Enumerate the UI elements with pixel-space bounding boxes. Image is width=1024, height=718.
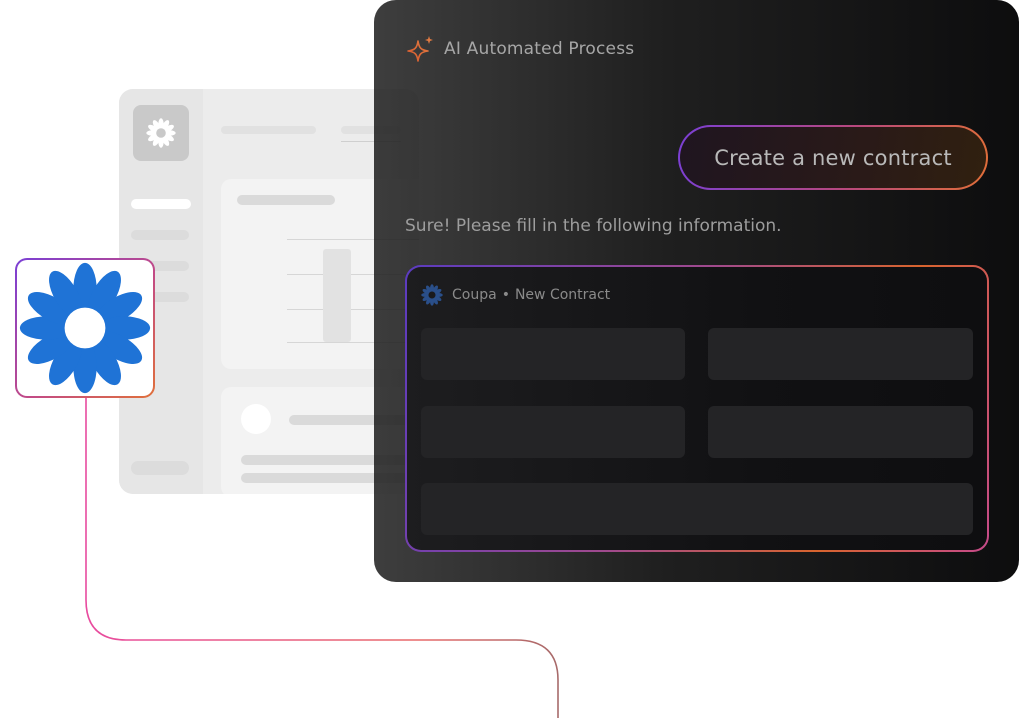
form-title: New Contract [514,287,611,303]
user-message-bubble: Create a new contract [678,125,988,190]
coupa-integration-tile[interactable] [15,258,155,398]
coupa-logo-icon [421,284,443,306]
form-separator: • [501,287,510,303]
coupa-logo-icon [146,118,176,148]
ai-process-panel: AI Automated Process Create a new contra… [374,0,1019,582]
contract-field-3[interactable] [421,406,685,458]
contract-field-1[interactable] [421,328,685,380]
new-contract-form-body: Coupa • New Contract [407,267,987,550]
background-avatar [241,404,271,434]
contract-field-5[interactable] [421,483,973,535]
contract-field-4[interactable] [708,406,973,458]
background-card-title [237,195,335,205]
contract-field-2[interactable] [708,328,973,380]
form-header: Coupa • New Contract [421,284,610,306]
ai-panel-title: AI Automated Process [444,39,635,59]
sparkle-icon [407,36,433,62]
background-user-chip [131,461,189,475]
coupa-integration-tile-body [17,260,153,396]
background-logo-tile [133,105,189,161]
ai-panel-header: AI Automated Process [406,34,634,64]
background-chart-bar [323,249,351,342]
stage: AI Automated Process Create a new contra… [0,0,1024,718]
background-topbar-line [221,126,316,134]
background-nav-item-active [131,199,191,209]
background-nav-item [131,230,189,240]
assistant-reply: Sure! Please fill in the following infor… [405,216,782,236]
form-source: Coupa [452,287,497,303]
coupa-logo-icon [19,262,151,394]
user-message-text: Create a new contract [680,127,986,188]
new-contract-form: Coupa • New Contract [405,265,989,552]
